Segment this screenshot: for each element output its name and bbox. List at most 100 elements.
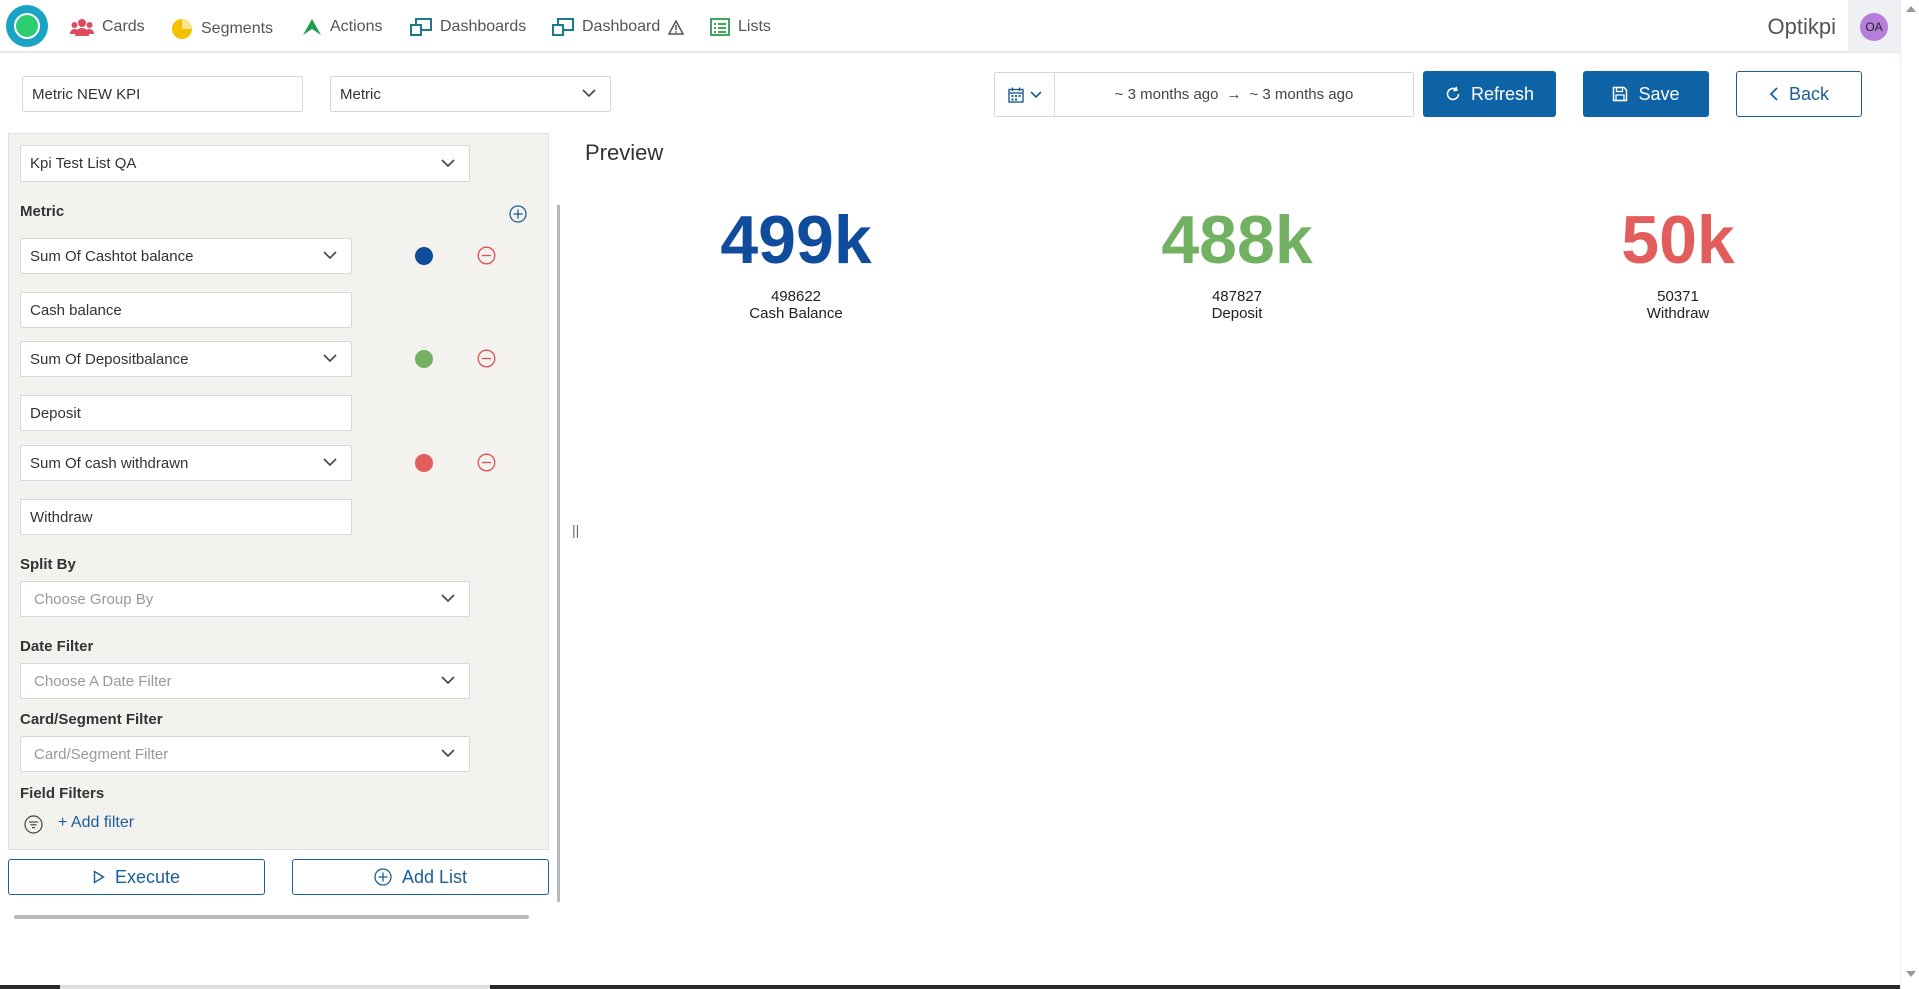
kpi-type-value: Metric [340, 85, 381, 103]
bottom-bar-gap [60, 985, 490, 989]
warning-icon [668, 19, 685, 35]
pie-chart-icon [172, 19, 192, 39]
kpi-label: Cash Balance [749, 305, 843, 322]
metric-aggregate-select[interactable]: Sum Of cash withdrawn [20, 445, 352, 481]
kpi-raw-value: 50371 [1657, 288, 1699, 305]
card-segment-filter-label: Card/Segment Filter [20, 711, 163, 728]
page-scrollbar[interactable] [1900, 0, 1919, 989]
split-by-label: Split By [20, 556, 76, 573]
save-icon [1613, 86, 1628, 102]
metric-aggregate-value: Sum Of Cashtot balance [30, 247, 194, 265]
brand-name: Optikpi [1767, 14, 1836, 39]
nav-lists[interactable]: Lists [710, 18, 771, 36]
nav-actions[interactable]: Actions [302, 18, 382, 36]
metric-alias-input[interactable]: Withdraw [20, 499, 352, 535]
avatar-container[interactable]: OA [1848, 0, 1900, 52]
date-filter-placeholder: Choose A Date Filter [34, 672, 172, 690]
panel-vertical-scrollbar[interactable] [557, 205, 560, 902]
date-filter-label: Date Filter [20, 638, 94, 655]
add-metric-icon[interactable] [509, 205, 527, 223]
remove-metric-icon[interactable] [477, 453, 496, 472]
nav-cards[interactable]: Cards [70, 18, 145, 36]
kpi-value: 488k [1161, 202, 1313, 278]
metric-color-swatch[interactable] [415, 350, 433, 368]
kpi-raw-value: 498622 [770, 288, 822, 305]
refresh-icon [1446, 86, 1460, 101]
preview-title: Preview [585, 140, 664, 165]
remove-metric-icon[interactable] [477, 246, 496, 265]
nav-dashboards[interactable]: Dashboards [410, 18, 526, 36]
metric-aggregate-select[interactable]: Sum Of Depositbalance [20, 341, 352, 377]
chevron-down-icon [1029, 90, 1042, 98]
app-logo[interactable] [6, 5, 48, 47]
scroll-down-icon[interactable] [1906, 971, 1916, 977]
nav-dashboard-alert[interactable]: Dashboard [552, 18, 685, 36]
split-by-placeholder: Choose Group By [34, 590, 154, 608]
date-filter-select[interactable]: Choose A Date Filter [20, 663, 470, 699]
panel-horizontal-scrollbar[interactable] [14, 915, 529, 919]
execute-button[interactable]: Execute [8, 859, 265, 895]
dashboard-icon [552, 18, 574, 36]
panel-resize-handle[interactable]: || [572, 522, 579, 538]
refresh-label: Refresh [1470, 83, 1535, 104]
list-value: Kpi Test List QA [30, 155, 137, 172]
scroll-up-icon[interactable] [1906, 6, 1916, 12]
add-list-button[interactable]: Add List [292, 859, 549, 895]
dashboard-icon [410, 18, 432, 36]
metric-color-swatch[interactable] [415, 454, 433, 472]
calendar-icon [1007, 87, 1024, 103]
kpi-label: Deposit [1211, 305, 1263, 322]
add-filter-link[interactable]: + Add filter [58, 814, 134, 832]
list-select[interactable]: Kpi Test List QA [20, 145, 470, 182]
card-segment-filter-placeholder: Card/Segment Filter [34, 745, 169, 763]
kpi-value: 50k [1621, 202, 1735, 278]
avatar[interactable]: OA [1860, 13, 1888, 41]
bottom-edge-bar [0, 985, 1900, 989]
chevron-left-icon [1769, 87, 1778, 101]
top-nav: Cards Segments Actions Dashboards Dashbo… [0, 0, 1900, 53]
metric-alias-value: Cash balance [30, 301, 122, 319]
metric-alias-input[interactable]: Deposit [20, 395, 352, 431]
kpi-raw-value: 487827 [1211, 288, 1263, 305]
chevron-down-icon [441, 158, 455, 167]
chevron-down-icon [323, 458, 337, 467]
card-segment-filter-select[interactable]: Card/Segment Filter [20, 736, 470, 772]
metric-aggregate-value: Sum Of Depositbalance [30, 350, 189, 368]
chevron-down-icon [441, 594, 455, 603]
metric-alias-value: Withdraw [30, 508, 93, 526]
date-range-text[interactable]: ~ 3 months ago → ~ 3 months ago [1055, 73, 1413, 116]
nav-cards-label: Cards [102, 18, 145, 35]
metric-alias-input[interactable]: Cash balance [20, 292, 352, 328]
execute-label: Execute [114, 866, 181, 887]
nav-lists-label: Lists [738, 18, 771, 35]
kpi-type-select[interactable]: Metric [330, 76, 611, 112]
metric-alias-value: Deposit [30, 404, 81, 422]
metric-aggregate-select[interactable]: Sum Of Cashtot balance [20, 238, 352, 274]
date-range-picker[interactable]: ~ 3 months ago → ~ 3 months ago [994, 72, 1414, 117]
split-by-select[interactable]: Choose Group By [20, 581, 470, 617]
add-list-label: Add List [401, 866, 468, 887]
nav-segments[interactable]: Segments [171, 18, 273, 40]
kpi-tile: 499k 498622 Cash Balance [646, 200, 946, 322]
save-button[interactable]: Save [1583, 71, 1709, 117]
kpi-tile: 50k 50371 Withdraw [1528, 200, 1828, 322]
nav-dashboards-label: Dashboards [440, 18, 527, 35]
nav-actions-label: Actions [330, 18, 383, 35]
refresh-button[interactable]: Refresh [1423, 71, 1556, 117]
date-picker-toggle[interactable] [995, 73, 1055, 116]
actions-icon [303, 19, 321, 35]
users-icon [70, 19, 94, 36]
chevron-down-icon [582, 89, 596, 98]
back-button[interactable]: Back [1736, 71, 1862, 117]
remove-metric-icon[interactable] [477, 349, 496, 368]
metric-aggregate-value: Sum Of cash withdrawn [30, 454, 189, 472]
date-arrow: → [1226, 86, 1242, 103]
kpi-name-input[interactable]: Metric NEW KPI [22, 76, 303, 112]
kpi-label: Withdraw [1646, 305, 1710, 322]
kpi-name-value: Metric NEW KPI [32, 85, 141, 103]
filter-icon [24, 815, 43, 834]
nav-segments-label: Segments [201, 20, 274, 37]
chevron-down-icon [441, 749, 455, 758]
metric-color-swatch[interactable] [415, 247, 433, 265]
chevron-down-icon [323, 354, 337, 363]
